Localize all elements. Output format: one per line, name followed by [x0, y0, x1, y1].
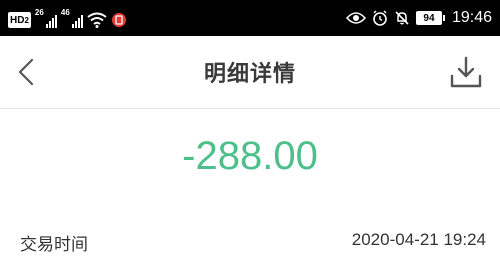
transaction-time-row: 交易时间 2020-04-21 19:24 [0, 228, 500, 256]
signal-icon: 46 [60, 8, 83, 28]
network-type-label: 26 [34, 8, 44, 17]
status-right-group: 94 19:46 [345, 6, 492, 30]
transaction-amount: -288.00 [182, 134, 318, 178]
network-type-label: 46 [60, 8, 70, 17]
navigation-bar: 明细详情 [0, 36, 500, 109]
hd-icon: HD 2 [8, 12, 31, 28]
nfc-icon [111, 13, 126, 27]
mute-bell-icon [395, 11, 409, 25]
status-time: 19:46 [451, 9, 492, 26]
battery-icon: 94 [415, 11, 445, 25]
transaction-time-label: 交易时间 [20, 235, 88, 255]
status-bar: HD 2 26 46 94 19:46 [0, 0, 500, 36]
alarm-icon [373, 10, 387, 26]
transaction-time-value: 2020-04-21 19:24 [351, 230, 486, 249]
battery-level: 94 [423, 12, 435, 24]
download-button[interactable] [448, 54, 484, 90]
page-title: 明细详情 [203, 62, 296, 87]
eye-icon [345, 12, 366, 24]
download-icon [450, 56, 482, 88]
signal-icon: 26 [34, 8, 57, 28]
status-left-group: HD 2 26 46 [8, 8, 127, 28]
wifi-icon [87, 12, 107, 28]
